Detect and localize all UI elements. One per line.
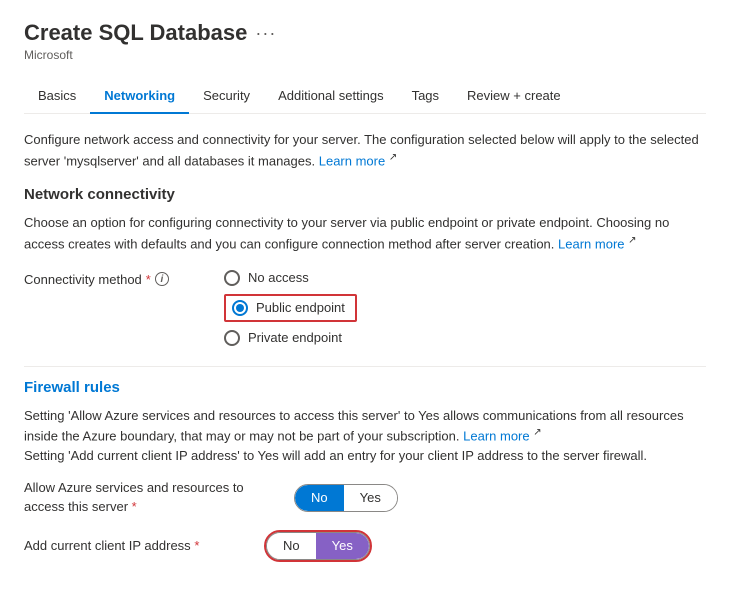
connectivity-description: Choose an option for configuring connect… xyxy=(24,213,706,253)
connectivity-info-icon[interactable]: i xyxy=(155,272,169,286)
allow-azure-toggle[interactable]: No Yes xyxy=(294,484,398,512)
add-client-ip-required-star: * xyxy=(194,538,199,553)
radio-private-endpoint-label: Private endpoint xyxy=(248,330,342,345)
add-client-ip-toggle-container: No Yes xyxy=(264,530,372,562)
page-title: Create SQL Database xyxy=(24,20,247,46)
radio-private-endpoint[interactable]: Private endpoint xyxy=(224,330,357,346)
page-subtitle: Microsoft xyxy=(24,48,706,62)
tab-networking[interactable]: Networking xyxy=(90,78,189,113)
allow-azure-label: Allow Azure services and resources to ac… xyxy=(24,479,254,515)
ellipsis-menu-icon[interactable]: ··· xyxy=(255,23,276,44)
allow-azure-yes-option[interactable]: Yes xyxy=(344,485,397,511)
tab-additional-settings[interactable]: Additional settings xyxy=(264,78,398,113)
connectivity-learn-more-link[interactable]: Learn more xyxy=(558,236,624,251)
firewall-section: Firewall rules Setting 'Allow Azure serv… xyxy=(24,379,706,562)
radio-public-endpoint-circle xyxy=(232,300,248,316)
add-client-ip-yes-option[interactable]: Yes xyxy=(316,533,369,559)
section-divider xyxy=(24,366,706,367)
firewall-external-link-icon: ↗ xyxy=(533,427,541,438)
intro-learn-more-link[interactable]: Learn more xyxy=(319,153,385,168)
add-client-ip-highlight: No Yes xyxy=(264,530,372,562)
add-client-ip-toggle[interactable]: No Yes xyxy=(266,532,370,560)
radio-no-access-label: No access xyxy=(248,270,309,285)
radio-no-access-circle xyxy=(224,270,240,286)
radio-public-endpoint-label: Public endpoint xyxy=(256,300,345,315)
firewall-description-1: Setting 'Allow Azure services and resour… xyxy=(24,406,706,466)
add-client-ip-no-option[interactable]: No xyxy=(267,533,316,559)
tab-basics[interactable]: Basics xyxy=(24,78,90,113)
page-container: Create SQL Database ··· Microsoft Basics… xyxy=(0,0,730,600)
allow-azure-row: Allow Azure services and resources to ac… xyxy=(24,479,706,515)
firewall-section-title: Firewall rules xyxy=(24,379,706,396)
connectivity-required-star: * xyxy=(146,272,151,287)
connectivity-section: Network connectivity Choose an option fo… xyxy=(24,186,706,345)
intro-description: Configure network access and connectivit… xyxy=(24,130,706,170)
radio-public-endpoint[interactable]: Public endpoint xyxy=(224,294,357,322)
connectivity-section-title: Network connectivity xyxy=(24,186,706,203)
connectivity-external-link-icon: ↗ xyxy=(628,235,636,246)
networking-content: Configure network access and connectivit… xyxy=(24,114,706,562)
firewall-learn-more-link[interactable]: Learn more xyxy=(463,428,529,443)
allow-azure-toggle-container: No Yes xyxy=(294,484,398,512)
tab-security[interactable]: Security xyxy=(189,78,264,113)
radio-no-access[interactable]: No access xyxy=(224,270,357,286)
connectivity-method-row: Connectivity method * i No access Public… xyxy=(24,270,706,346)
tab-review-create[interactable]: Review + create xyxy=(453,78,575,113)
add-client-ip-label: Add current client IP address * xyxy=(24,537,224,555)
connectivity-radio-group: No access Public endpoint Private endpoi… xyxy=(224,270,357,346)
add-client-ip-row: Add current client IP address * No Yes xyxy=(24,530,706,562)
tab-bar: Basics Networking Security Additional se… xyxy=(24,78,706,114)
tab-tags[interactable]: Tags xyxy=(398,78,453,113)
connectivity-method-label: Connectivity method * i xyxy=(24,270,184,287)
radio-private-endpoint-circle xyxy=(224,330,240,346)
allow-azure-required-star: * xyxy=(132,499,137,514)
intro-external-link-icon: ↗ xyxy=(389,152,397,163)
allow-azure-no-option[interactable]: No xyxy=(295,485,344,511)
